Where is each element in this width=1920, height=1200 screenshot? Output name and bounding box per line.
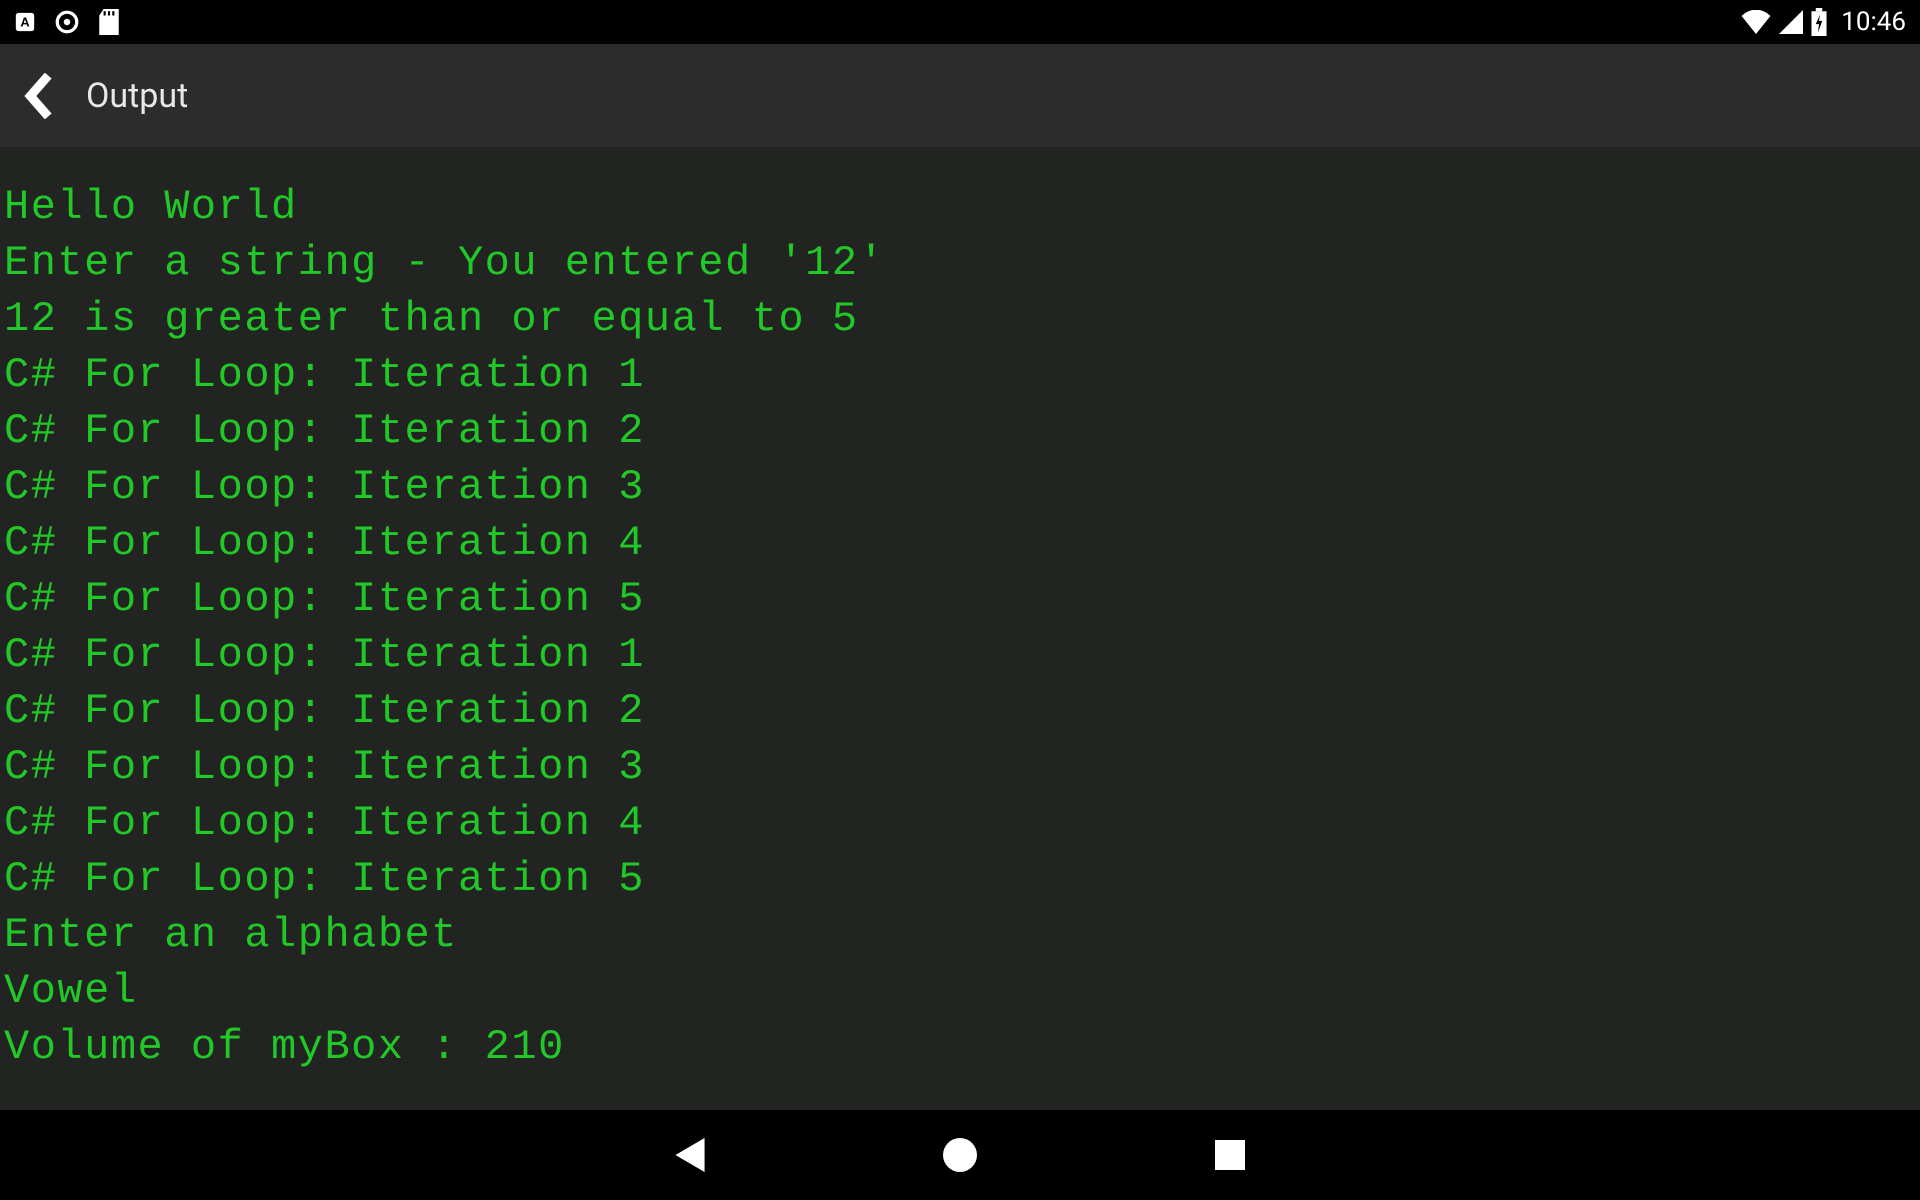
status-clock: 10:46 — [1841, 7, 1906, 37]
output-line: 12 is greater than or equal to 5 — [4, 291, 1916, 347]
status-bar: A 10:46 — [0, 0, 1920, 44]
circle-home-icon — [943, 1138, 977, 1172]
cell-signal-icon — [1779, 10, 1803, 34]
output-line: C# For Loop: Iteration 5 — [4, 571, 1916, 627]
output-line: C# For Loop: Iteration 1 — [4, 627, 1916, 683]
nav-back-button[interactable] — [670, 1135, 710, 1175]
chevron-left-icon — [24, 73, 52, 119]
output-line: C# For Loop: Iteration 4 — [4, 795, 1916, 851]
back-button[interactable] — [18, 69, 58, 123]
output-line: Vowel — [4, 963, 1916, 1019]
output-line: C# For Loop: Iteration 3 — [4, 459, 1916, 515]
output-line: C# For Loop: Iteration 5 — [4, 851, 1916, 907]
output-line: Volume of myBox : 210 — [4, 1019, 1916, 1075]
output-line: C# For Loop: Iteration 1 — [4, 347, 1916, 403]
sd-card-icon — [98, 9, 120, 35]
output-line: Hello World — [4, 179, 1916, 235]
navigation-bar — [0, 1110, 1920, 1200]
app-bar: Output — [0, 44, 1920, 147]
output-line: C# For Loop: Iteration 3 — [4, 739, 1916, 795]
output-line: C# For Loop: Iteration 2 — [4, 403, 1916, 459]
output-line: C# For Loop: Iteration 4 — [4, 515, 1916, 571]
page-title: Output — [86, 76, 188, 116]
square-recents-icon — [1215, 1140, 1245, 1170]
wifi-icon — [1741, 10, 1771, 34]
output-area: Hello WorldEnter a string - You entered … — [0, 147, 1920, 1110]
battery-charging-icon — [1811, 8, 1827, 36]
output-line: Enter a string - You entered '12' — [4, 235, 1916, 291]
circle-icon — [54, 9, 80, 35]
status-left: A — [14, 9, 120, 35]
keyboard-icon: A — [14, 11, 36, 33]
nav-recents-button[interactable] — [1210, 1135, 1250, 1175]
status-right: 10:46 — [1741, 7, 1906, 37]
output-line: Enter an alphabet — [4, 907, 1916, 963]
output-line: C# For Loop: Iteration 2 — [4, 683, 1916, 739]
svg-text:A: A — [20, 15, 29, 30]
triangle-back-icon — [675, 1138, 705, 1172]
nav-home-button[interactable] — [940, 1135, 980, 1175]
